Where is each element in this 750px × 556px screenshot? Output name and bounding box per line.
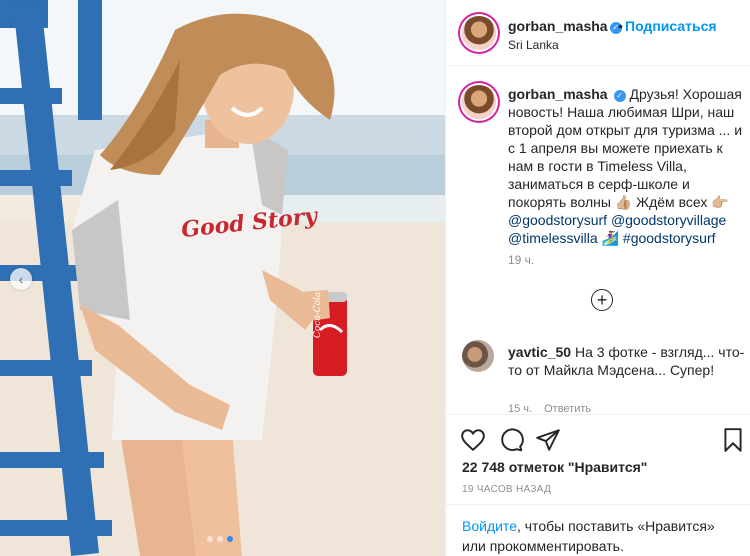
action-bar xyxy=(446,414,750,456)
plus-circle-icon: + xyxy=(596,290,608,310)
commenter-avatar[interactable] xyxy=(462,340,494,372)
previous-photo-button[interactable]: ‹ xyxy=(10,268,32,290)
carousel-dot xyxy=(207,536,213,542)
mention-link[interactable]: @goodstorysurf xyxy=(508,212,607,228)
author-username[interactable]: gorban_masha ✓ xyxy=(508,18,622,34)
login-prompt: Войдите, чтобы поставить «Нравится» или … xyxy=(446,504,750,556)
carousel-dot xyxy=(217,536,223,542)
post-header: gorban_masha ✓ • Подписаться Sri Lanka xyxy=(446,0,750,66)
caption-body: gorban_masha ✓ Друзья! Хорошая новость! Н… xyxy=(508,85,748,247)
chevron-left-icon: ‹ xyxy=(18,271,24,287)
comment-body: yavtic_50 На 3 фотке - взгляд... что-то … xyxy=(508,343,746,379)
comment-username[interactable]: yavtic_50 xyxy=(508,344,571,360)
follow-button[interactable]: Подписаться xyxy=(625,18,717,34)
mention-link[interactable]: @goodstoryvillage xyxy=(611,212,726,228)
surf-emoji: 🏄‍♀️ xyxy=(601,230,620,246)
caption-author-avatar[interactable] xyxy=(462,85,496,119)
caption-username[interactable]: gorban_masha xyxy=(508,86,608,102)
can-brand: Coca-Cola xyxy=(313,291,323,338)
load-more-comments-button[interactable]: + xyxy=(591,289,613,311)
post-sidebar: gorban_masha ✓ • Подписаться Sri Lanka go… xyxy=(445,0,750,556)
post-photo[interactable]: Good Story Coca-Cola ‹ xyxy=(0,0,445,556)
paper-plane-icon[interactable] xyxy=(535,427,561,453)
author-avatar[interactable] xyxy=(462,16,496,50)
likes-count[interactable]: 22 748 отметок "Нравится" xyxy=(462,459,647,475)
heart-icon[interactable] xyxy=(460,427,486,453)
carousel-indicator xyxy=(207,536,233,542)
author-username-text[interactable]: gorban_masha xyxy=(508,18,608,34)
hashtag-link[interactable]: #goodstorysurf xyxy=(623,230,716,246)
post-timestamp[interactable]: 19 ЧАСОВ НАЗАД xyxy=(462,484,551,495)
bookmark-icon[interactable] xyxy=(720,427,746,453)
carousel-dot-active xyxy=(227,536,233,542)
header-separator: • xyxy=(618,18,623,34)
caption-time: 19 ч. xyxy=(508,253,535,267)
caption-text: Друзья! Хорошая новость! Наша любимая Шр… xyxy=(508,86,743,210)
comment-icon[interactable] xyxy=(498,427,524,453)
post-location[interactable]: Sri Lanka xyxy=(508,38,559,52)
photo-illustration xyxy=(0,0,445,556)
verified-badge-icon: ✓ xyxy=(613,90,626,102)
login-link[interactable]: Войдите xyxy=(462,518,517,534)
mention-link[interactable]: @timelessvilla xyxy=(508,230,598,246)
